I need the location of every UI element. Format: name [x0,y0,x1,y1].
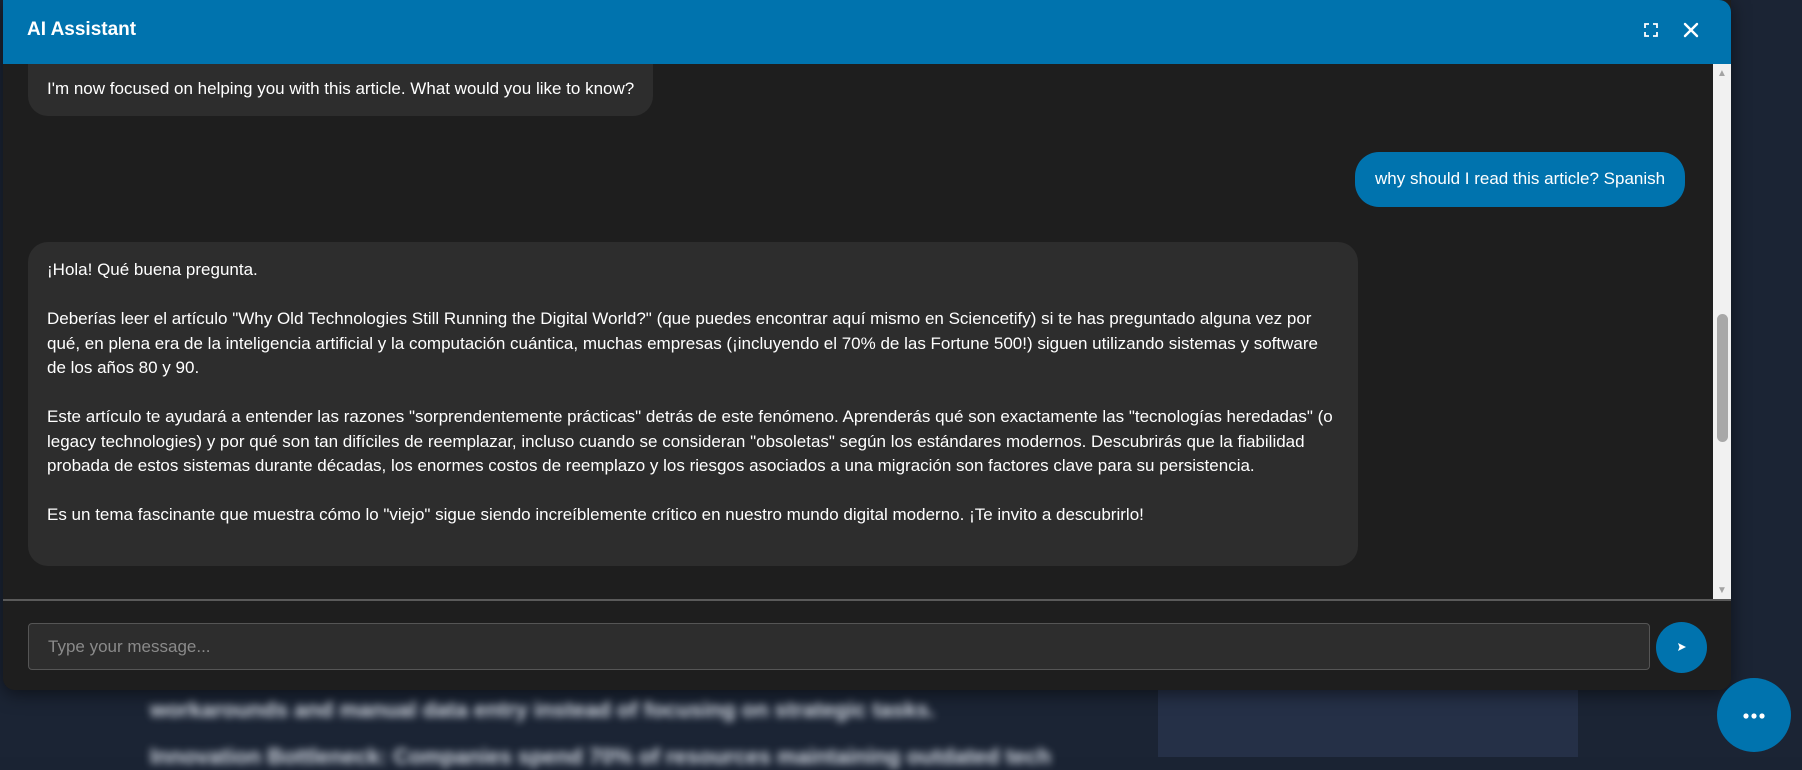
chat-title: AI Assistant [27,19,137,40]
send-button[interactable] [1656,622,1707,673]
close-button[interactable] [1677,18,1705,46]
backdrop-article-text: Innovation Bottleneck: Companies spend 7… [150,744,1051,769]
expand-icon [1644,22,1658,42]
composer [3,599,1731,690]
chat-header: AI Assistant [3,0,1731,64]
chat-toggle-button[interactable] [1717,678,1791,752]
more-dots-icon [1743,706,1765,724]
user-message: why should I read this article? Spanish [1355,152,1686,207]
scroll-up-arrow-icon[interactable]: ▲ [1713,64,1731,82]
message-scrollbar[interactable]: ▲ ▼ [1713,64,1731,599]
message-paragraph: Este artículo te ayudará a entender las … [47,407,1333,475]
scrollbar-thumb[interactable] [1717,314,1728,442]
send-icon [1677,640,1687,655]
backdrop-article-text: workarounds and manual data entry instea… [150,697,935,722]
message-input[interactable] [28,623,1650,670]
assistant-message: I'm now focused on helping you with this… [28,64,654,116]
message-paragraph: Deberías leer el artículo "Why Old Techn… [47,309,1318,377]
message-list: I'm now focused on helping you with this… [3,64,1713,599]
message-paragraph: Es un tema fascinante que muestra cómo l… [47,505,1144,524]
message-paragraph: ¡Hola! Qué buena pregunta. [47,260,258,279]
assistant-message: ¡Hola! Qué buena pregunta. Deberías leer… [28,242,1358,566]
close-icon [1683,22,1699,43]
expand-button[interactable] [1637,18,1665,46]
scroll-down-arrow-icon[interactable]: ▼ [1713,581,1731,599]
chat-window: AI Assistant I'm now focused on helping … [3,0,1731,690]
